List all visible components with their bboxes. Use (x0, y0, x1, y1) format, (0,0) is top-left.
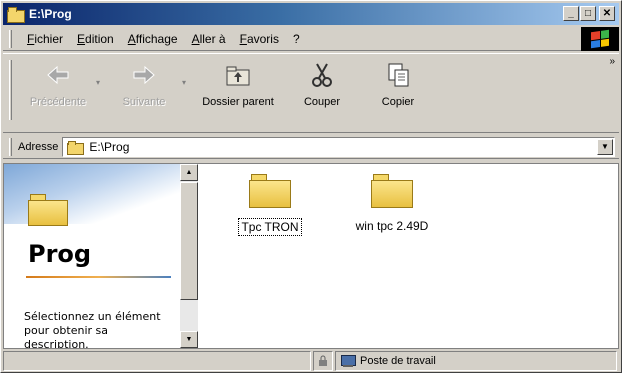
toolbar-more-icon[interactable]: » (609, 56, 615, 67)
back-arrow-icon (47, 65, 69, 85)
folder-up-icon (226, 66, 250, 86)
back-dropdown-icon[interactable]: ▾ (96, 78, 106, 87)
copy-icon (388, 63, 409, 87)
status-bar: Poste de travail (3, 351, 619, 372)
copy-button[interactable]: Copier (360, 60, 436, 122)
minimize-button[interactable]: _ (563, 6, 579, 21)
file-name: Tpc TRON (238, 218, 302, 236)
forward-dropdown-icon[interactable]: ▾ (182, 78, 192, 87)
zone-label: Poste de travail (360, 355, 436, 367)
lock-icon (313, 351, 333, 371)
content-area: Prog Sélectionnez un élément pour obteni… (3, 163, 619, 349)
cut-label: Couper (303, 96, 341, 108)
menu-aller-a[interactable]: Aller à (185, 32, 233, 46)
vertical-scrollbar[interactable]: ▲ ▼ (180, 164, 198, 348)
forward-label: Suivante (122, 96, 166, 108)
back-button[interactable]: Précédente (20, 60, 96, 122)
file-item[interactable]: win tpc 2.49D (342, 174, 442, 234)
address-bar: Adresse E:\Prog ▼ (3, 135, 619, 159)
forward-button[interactable]: Suivante (106, 60, 182, 122)
status-zone: Poste de travail (335, 351, 617, 371)
close-button[interactable]: ✕ (599, 6, 615, 21)
folder-icon (67, 140, 85, 155)
menu-favoris[interactable]: Favoris (233, 32, 286, 46)
forward-arrow-icon (133, 65, 155, 85)
status-main (3, 351, 311, 371)
folder-icon (7, 7, 25, 23)
up-folder-label: Dossier parent (202, 96, 274, 108)
up-folder-button[interactable]: Dossier parent (192, 60, 284, 122)
scroll-down-button[interactable]: ▼ (180, 331, 198, 348)
folder-icon (371, 174, 413, 208)
maximize-button[interactable]: □ (580, 6, 596, 21)
address-grip[interactable] (9, 137, 12, 156)
toolbar: Précédente ▾ Suivante ▾ Dossier parent C… (3, 53, 619, 133)
windows-logo-icon (581, 27, 619, 51)
folder-icon (249, 174, 291, 208)
computer-icon (340, 354, 356, 368)
menu-affichage[interactable]: Affichage (121, 32, 185, 46)
window-title: E:\Prog (29, 7, 72, 21)
web-view-pane: Prog Sélectionnez un élément pour obteni… (4, 164, 180, 348)
menu-bar: Fichier Edition Affichage Aller à Favori… (3, 27, 619, 51)
large-folder-icon (28, 194, 68, 226)
address-input[interactable]: E:\Prog ▼ (62, 136, 615, 157)
address-dropdown-icon[interactable]: ▼ (597, 138, 613, 155)
menu-grip[interactable] (9, 29, 12, 48)
file-name: win tpc 2.49D (355, 219, 429, 233)
file-list: Tpc TRON win tpc 2.49D (200, 164, 618, 348)
toolbar-grip[interactable] (9, 60, 12, 120)
address-label: Adresse (18, 140, 59, 153)
scroll-up-button[interactable]: ▲ (180, 164, 198, 181)
copy-label: Copier (381, 96, 415, 108)
file-item[interactable]: Tpc TRON (220, 174, 320, 236)
window-controls: _ □ ✕ (562, 6, 615, 21)
cut-button[interactable]: Couper (284, 60, 360, 122)
menu-fichier[interactable]: Fichier (20, 32, 70, 46)
folder-title: Prog (28, 240, 92, 268)
back-label: Précédente (29, 96, 87, 108)
title-bar[interactable]: E:\Prog _ □ ✕ (3, 3, 619, 25)
menu-edition[interactable]: Edition (70, 32, 121, 46)
scissors-icon (312, 63, 332, 87)
title-divider (26, 276, 171, 278)
scroll-thumb[interactable] (180, 182, 198, 300)
pane-description: Sélectionnez un élément pour obtenir sa … (24, 310, 161, 348)
address-value: E:\Prog (89, 139, 130, 154)
explorer-window: E:\Prog _ □ ✕ Fichier Edition Affichage … (0, 0, 622, 373)
menu-help[interactable]: ? (286, 32, 307, 46)
